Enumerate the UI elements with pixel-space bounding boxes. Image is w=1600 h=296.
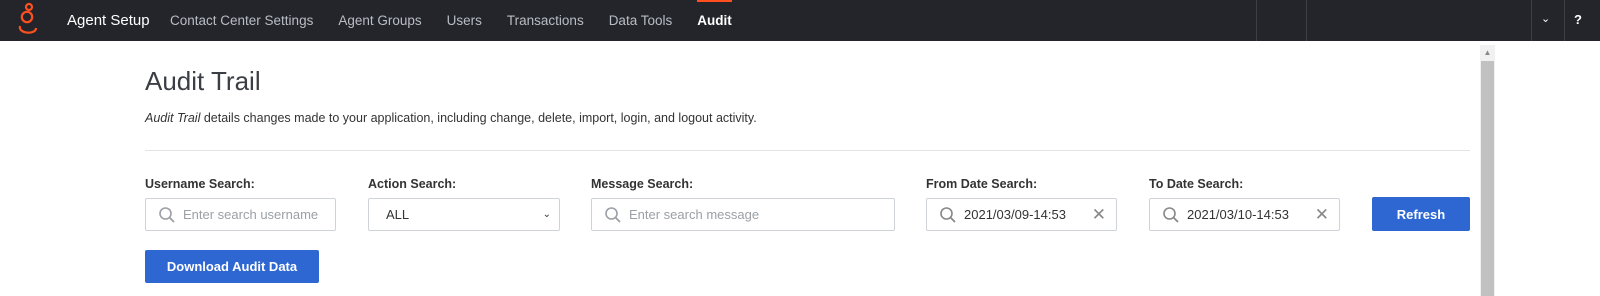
chevron-down-icon: ⌄ xyxy=(542,209,551,220)
action-search-label: Action Search: xyxy=(368,177,457,191)
nav-divider xyxy=(1306,0,1307,41)
vertical-scrollbar[interactable]: ▲ xyxy=(1480,45,1495,296)
nav-menu: Contact Center Settings Agent Groups Use… xyxy=(170,0,757,41)
help-button[interactable]: ? xyxy=(1574,12,1582,27)
close-icon[interactable]: ✕ xyxy=(1315,205,1329,225)
nav-item-agent-groups[interactable]: Agent Groups xyxy=(338,0,421,41)
page-title: Audit Trail xyxy=(145,66,261,96)
username-search-input[interactable] xyxy=(183,207,335,222)
from-date-input[interactable] xyxy=(964,207,1092,222)
message-search-label: Message Search: xyxy=(591,177,694,191)
scrollbar-thumb[interactable] xyxy=(1481,61,1494,296)
download-audit-data-button[interactable]: Download Audit Data xyxy=(145,250,319,283)
description-text: details changes made to your application… xyxy=(200,111,757,125)
message-search-field[interactable] xyxy=(591,198,895,231)
nav-item-contact-center-settings[interactable]: Contact Center Settings xyxy=(170,0,313,41)
username-search-label: Username Search: xyxy=(145,177,255,191)
chevron-down-icon[interactable]: ⌄ xyxy=(1541,12,1550,25)
search-icon xyxy=(1163,206,1179,223)
username-search-field[interactable] xyxy=(145,198,336,231)
close-icon[interactable]: ✕ xyxy=(1092,205,1106,225)
genesys-logo-icon[interactable] xyxy=(16,2,40,38)
nav-item-data-tools[interactable]: Data Tools xyxy=(609,0,673,41)
nav-item-transactions[interactable]: Transactions xyxy=(507,0,584,41)
to-date-label: To Date Search: xyxy=(1149,177,1244,191)
search-icon xyxy=(940,206,956,223)
action-search-select[interactable]: ALL ⌄ xyxy=(368,198,560,231)
divider xyxy=(145,150,1470,151)
page-description: Audit Trail details changes made to your… xyxy=(145,111,757,125)
action-selected-value: ALL xyxy=(386,207,410,222)
nav-item-audit[interactable]: Audit xyxy=(697,0,732,41)
message-search-input[interactable] xyxy=(629,207,894,222)
from-date-field[interactable]: ✕ xyxy=(926,198,1117,231)
search-icon xyxy=(605,206,621,223)
main-content: Audit Trail Audit Trail details changes … xyxy=(0,41,1600,296)
top-nav-bar: Agent Setup Contact Center Settings Agen… xyxy=(0,0,1600,41)
nav-item-users[interactable]: Users xyxy=(447,0,482,41)
scroll-up-arrow-icon[interactable]: ▲ xyxy=(1480,45,1495,60)
refresh-button[interactable]: Refresh xyxy=(1372,197,1470,231)
nav-divider xyxy=(1531,0,1532,41)
search-icon xyxy=(159,206,175,223)
to-date-input[interactable] xyxy=(1187,207,1315,222)
to-date-field[interactable]: ✕ xyxy=(1149,198,1340,231)
from-date-label: From Date Search: xyxy=(926,177,1038,191)
description-emphasis: Audit Trail xyxy=(145,111,201,125)
nav-divider xyxy=(1256,0,1257,41)
nav-divider xyxy=(1564,0,1565,41)
app-title[interactable]: Agent Setup xyxy=(67,12,150,29)
